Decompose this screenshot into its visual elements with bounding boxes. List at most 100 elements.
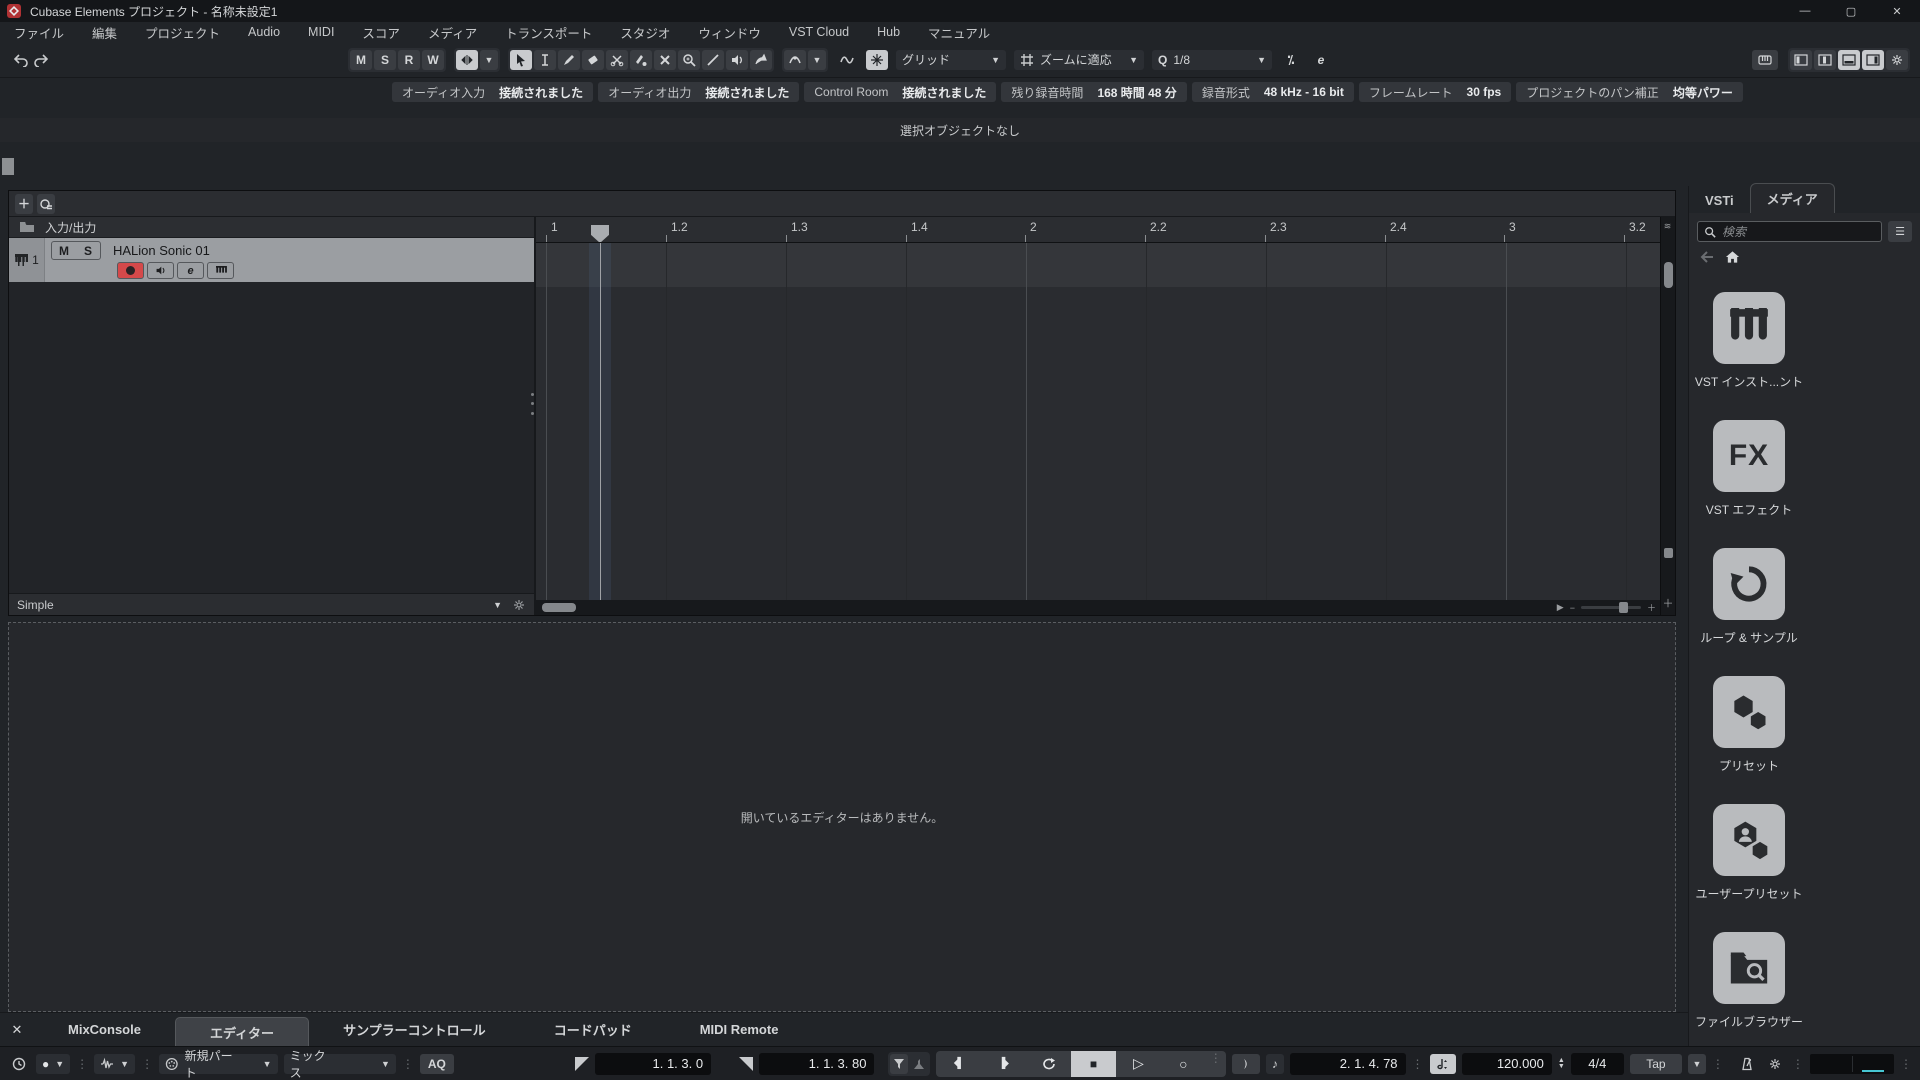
instrument-button[interactable] — [207, 262, 234, 279]
tab-midi-remote[interactable]: MIDI Remote — [666, 1016, 813, 1043]
record-mode-dropdown[interactable]: ● ▼ — [36, 1053, 71, 1074]
punch-in-button[interactable] — [890, 1053, 909, 1074]
tab-editor[interactable]: エディター — [174, 1016, 310, 1047]
write-automation-button[interactable]: W — [422, 49, 444, 70]
auto-quantize-button[interactable]: AQ — [419, 1053, 454, 1074]
tempo-display[interactable]: 120.000 — [1461, 1052, 1552, 1075]
media-search-input[interactable]: 検索 — [1697, 221, 1882, 242]
track-name[interactable]: HALion Sonic 01 — [113, 243, 210, 258]
horizontal-scrollbar[interactable]: ▶ − ＋ — [536, 600, 1660, 615]
feedback-tool[interactable] — [750, 49, 772, 70]
frame-rate-cell[interactable]: フレームレート 30 fps — [1358, 82, 1512, 102]
maximize-button[interactable]: ▢ — [1828, 0, 1874, 22]
metronome-setup-button[interactable] — [1764, 1054, 1786, 1074]
tempo-track-button[interactable] — [1429, 1053, 1456, 1074]
automation-curve-button[interactable] — [836, 50, 858, 70]
instrument-track-row[interactable]: 1 M S HALion Sonic 01 e — [9, 238, 534, 282]
audio-input-cell[interactable]: オーディオ入力 接続されました — [392, 82, 594, 102]
range-selection-tool[interactable] — [534, 49, 556, 70]
menu-hub[interactable]: Hub — [863, 23, 914, 41]
setup-window-layout-button[interactable] — [1886, 49, 1908, 70]
chevron-down-icon[interactable]: ▼ — [493, 600, 502, 610]
left-locator-flag-icon[interactable] — [575, 1056, 590, 1071]
menu-midi[interactable]: MIDI — [294, 23, 348, 41]
pan-law-cell[interactable]: プロジェクトのパン補正 均等パワー — [1516, 82, 1743, 102]
horizontal-zoom-slider[interactable] — [1580, 602, 1641, 613]
draw-tool[interactable] — [558, 49, 580, 70]
record-enable-button[interactable] — [117, 262, 144, 279]
tap-tempo-button[interactable]: Tap — [1629, 1053, 1682, 1074]
glue-tool[interactable] — [630, 49, 652, 70]
event-grid[interactable] — [536, 243, 1660, 600]
cycle-button[interactable] — [1026, 1051, 1071, 1077]
menu-audio[interactable]: Audio — [234, 23, 294, 41]
monitor-button[interactable] — [147, 262, 174, 279]
auto-scroll-options-button[interactable]: ▼ — [480, 49, 498, 70]
tile-vst-effects[interactable]: FX VST エフェクト — [1703, 420, 1795, 518]
scroll-right-icon[interactable]: ▶ — [1557, 602, 1564, 613]
play-tool[interactable] — [726, 49, 748, 70]
solo-all-button[interactable]: S — [374, 49, 396, 70]
menu-file[interactable]: ファイル — [0, 21, 78, 44]
tab-vsti[interactable]: VSTi — [1689, 188, 1750, 213]
vertical-scroll-thumb[interactable] — [1663, 262, 1673, 288]
comp-tool-button[interactable] — [784, 49, 806, 70]
control-room-cell[interactable]: Control Room 接続されました — [804, 82, 997, 102]
menu-manual[interactable]: マニュアル — [914, 21, 1004, 44]
add-track-button[interactable]: ＋ — [15, 193, 33, 214]
left-locator-display[interactable]: 1. 1. 3. 0 — [595, 1052, 712, 1075]
menu-score[interactable]: スコア — [348, 21, 414, 44]
right-locator-flag-icon[interactable] — [738, 1056, 753, 1071]
minimize-button[interactable]: — — [1782, 0, 1828, 22]
mute-tool[interactable] — [654, 49, 676, 70]
io-folder-track[interactable]: 入力/出力 — [9, 217, 534, 238]
new-part-dropdown[interactable]: 新規パート ▼ — [159, 1049, 278, 1080]
iterative-quantize-button[interactable]: ⁒ — [1280, 50, 1302, 70]
menu-edit[interactable]: 編集 — [78, 21, 131, 44]
track-list-empty-area[interactable] — [9, 282, 534, 593]
tile-loops-samples[interactable]: ループ & サンプル — [1700, 548, 1798, 646]
grid-type-dropdown[interactable]: ズームに適応 ▼ — [1014, 49, 1144, 70]
undo-icon[interactable] — [14, 53, 28, 67]
home-icon[interactable] — [1725, 250, 1740, 264]
zoom-slider-thumb[interactable] — [1618, 602, 1628, 613]
zoom-out-button[interactable]: − — [1570, 603, 1575, 613]
tile-presets[interactable]: プリセット — [1703, 676, 1795, 774]
tile-vst-instruments[interactable]: VST インスト...ント — [1695, 292, 1803, 390]
vertical-zoom-thumb[interactable] — [1663, 548, 1673, 558]
go-to-next-marker-button[interactable]: ▐ ⏵ — [981, 1051, 1026, 1077]
edit-instrument-button[interactable]: e — [177, 262, 204, 279]
snap-type-dropdown[interactable]: グリッド ▼ — [896, 49, 1006, 70]
toggle-info-line-button[interactable] — [1814, 49, 1836, 70]
quantize-panel-button[interactable]: e — [1310, 50, 1332, 70]
horizontal-scroll-thumb[interactable] — [542, 603, 576, 612]
tab-media[interactable]: メディア — [1749, 183, 1835, 213]
back-icon[interactable] — [1699, 250, 1715, 264]
punch-out-button[interactable] — [910, 1054, 928, 1074]
close-button[interactable]: ✕ — [1874, 0, 1920, 22]
menu-transport[interactable]: トランスポート — [491, 21, 606, 44]
play-button[interactable]: ▷ — [1116, 1051, 1161, 1077]
pre-roll-button[interactable] — [1231, 1053, 1260, 1074]
secondary-time-format-button[interactable]: ♪ — [1265, 1053, 1284, 1074]
record-time-cell[interactable]: 残り録音時間 168 時間 48 分 — [1001, 82, 1187, 102]
menu-studio[interactable]: スタジオ — [606, 21, 684, 44]
menu-project[interactable]: プロジェクト — [131, 21, 234, 44]
vertical-zoom-in-button[interactable]: ＋ — [1663, 595, 1674, 611]
split-tool[interactable] — [606, 49, 628, 70]
time-signature-display[interactable]: 4/4 — [1570, 1052, 1624, 1075]
tab-mixconsole[interactable]: MixConsole — [34, 1016, 175, 1043]
right-locator-display[interactable]: 1. 1. 3. 80 — [758, 1052, 875, 1075]
go-to-previous-marker-button[interactable]: ⏴ ▌ — [936, 1051, 981, 1077]
tempo-options-button[interactable]: ▼ — [1687, 1053, 1706, 1074]
line-tool[interactable] — [702, 49, 724, 70]
redo-icon[interactable] — [34, 53, 48, 67]
tile-user-presets[interactable]: ユーザープリセット — [1695, 804, 1803, 902]
mute-all-button[interactable]: M — [350, 49, 372, 70]
zoom-in-button[interactable]: ＋ — [1647, 601, 1656, 614]
menu-window[interactable]: ウィンドウ — [684, 21, 775, 44]
use-track-preset-button[interactable] — [37, 193, 55, 214]
toggle-left-zone-button[interactable] — [1790, 49, 1812, 70]
ruler-options-icon[interactable]: ≋ — [1664, 221, 1673, 232]
tab-chord-pads[interactable]: コードパッド — [520, 1014, 666, 1045]
